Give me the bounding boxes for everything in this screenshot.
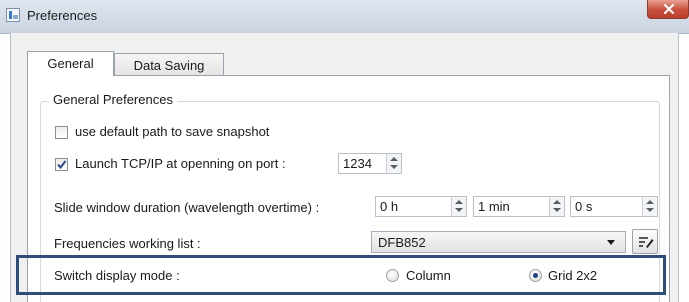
group-title: General Preferences: [49, 92, 177, 107]
edit-list-icon: [639, 237, 654, 248]
title-bar: Preferences: [0, 0, 689, 34]
edit-list-button[interactable]: [632, 229, 658, 254]
tab-data-saving[interactable]: Data Saving: [114, 53, 224, 76]
launch-tcp-label: Launch TCP/IP at openning on port :: [75, 156, 286, 171]
launch-tcp-checkbox[interactable]: [55, 158, 68, 171]
default-path-checkbox[interactable]: [55, 126, 68, 139]
checkmark-icon: [57, 160, 67, 170]
tab-data-saving-label: Data Saving: [133, 58, 205, 73]
port-value: 1234: [343, 156, 372, 171]
frequencies-label: Frequencies working list :: [54, 236, 201, 251]
seconds-value: 0 s: [575, 199, 593, 214]
minutes-value: 1 min: [478, 199, 510, 214]
minutes-spinbox[interactable]: 1 min: [473, 196, 565, 217]
hours-spin-arrows[interactable]: [451, 197, 466, 216]
highlight-box: [16, 255, 666, 295]
app-icon: [6, 8, 20, 22]
slide-window-label: Slide window duration (wavelength overti…: [54, 200, 320, 215]
tab-general-label: General: [47, 56, 94, 71]
close-button[interactable]: [647, 0, 689, 19]
seconds-spin-arrows[interactable]: [642, 197, 657, 216]
minutes-spin-arrows[interactable]: [549, 197, 564, 216]
hours-spinbox[interactable]: 0 h: [375, 196, 467, 217]
window-title: Preferences: [27, 8, 98, 23]
seconds-spinbox[interactable]: 0 s: [570, 196, 658, 217]
hours-value: 0 h: [380, 199, 399, 214]
port-spin-arrows[interactable]: [386, 154, 401, 173]
close-icon: [664, 4, 674, 14]
frequencies-selected-value: DFB852: [378, 235, 426, 250]
chevron-down-icon: [607, 240, 615, 245]
tab-general[interactable]: General: [27, 51, 114, 76]
frequencies-select[interactable]: DFB852: [371, 231, 626, 253]
port-spinbox[interactable]: 1234: [338, 153, 402, 174]
default-path-label: use default path to save snapshot: [75, 124, 270, 139]
